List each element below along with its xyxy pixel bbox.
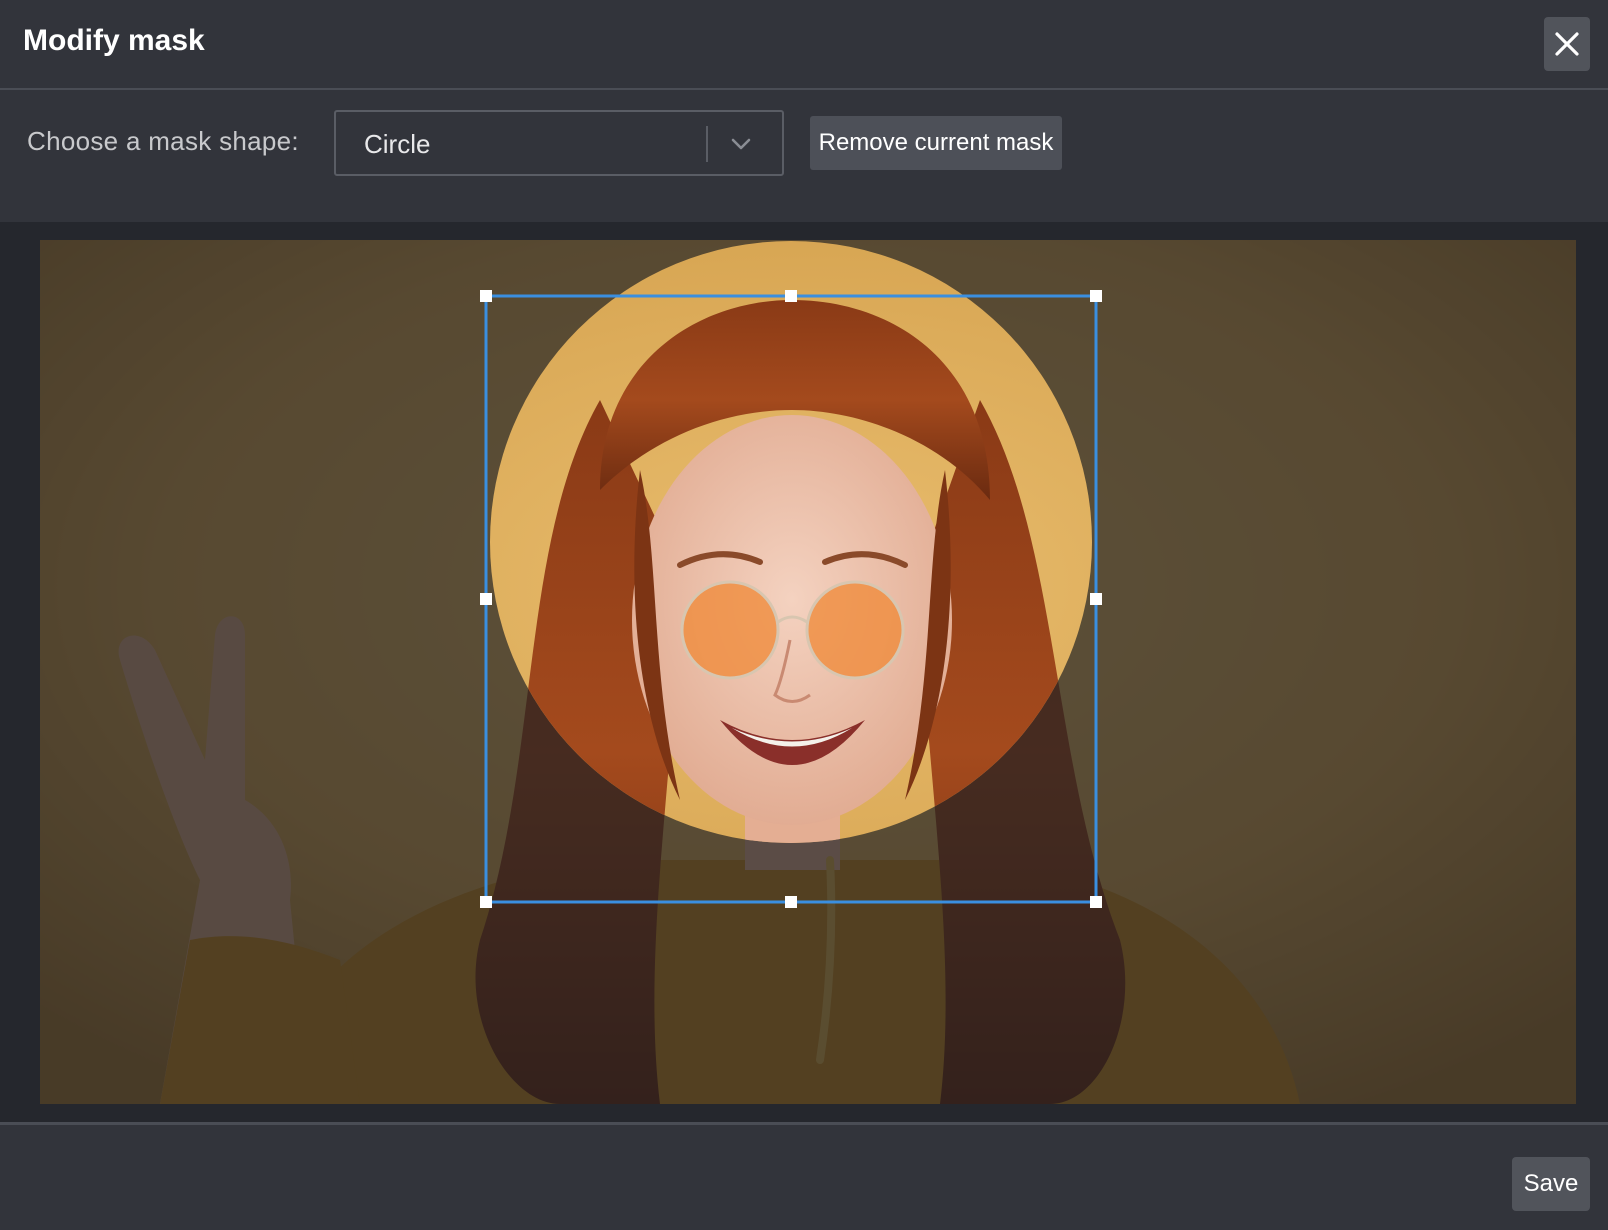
mask-toolbar: Choose a mask shape: Circle Remove curre…: [0, 90, 1608, 222]
resize-handle-bottom[interactable]: [785, 896, 797, 908]
mask-shape-label: Choose a mask shape:: [27, 126, 299, 156]
mask-editor-canvas: [0, 222, 1608, 1122]
resize-handle-left[interactable]: [480, 593, 492, 605]
close-icon: [1555, 32, 1579, 56]
resize-handle-top-left[interactable]: [480, 290, 492, 302]
mask-shape-select[interactable]: Circle: [334, 110, 784, 176]
modify-mask-dialog: Modify mask Choose a mask shape: Circle …: [0, 0, 1608, 1230]
video-frame-image: [40, 240, 1576, 1104]
resize-handle-bottom-left[interactable]: [480, 896, 492, 908]
close-button[interactable]: [1544, 17, 1590, 71]
resize-handle-right[interactable]: [1090, 593, 1102, 605]
select-separator: [706, 126, 708, 162]
photo-illustration: [40, 240, 1576, 1104]
dialog-title: Modify mask: [23, 24, 205, 57]
dialog-header: Modify mask: [0, 0, 1608, 90]
resize-handle-top-right[interactable]: [1090, 290, 1102, 302]
mask-shape-selected-value: Circle: [364, 129, 431, 159]
remove-mask-button[interactable]: Remove current mask: [810, 116, 1062, 170]
chevron-down-icon[interactable]: [724, 128, 758, 160]
resize-handle-bottom-right[interactable]: [1090, 896, 1102, 908]
resize-handle-top[interactable]: [785, 290, 797, 302]
dialog-footer: Save: [0, 1122, 1608, 1230]
save-button[interactable]: Save: [1512, 1157, 1590, 1211]
